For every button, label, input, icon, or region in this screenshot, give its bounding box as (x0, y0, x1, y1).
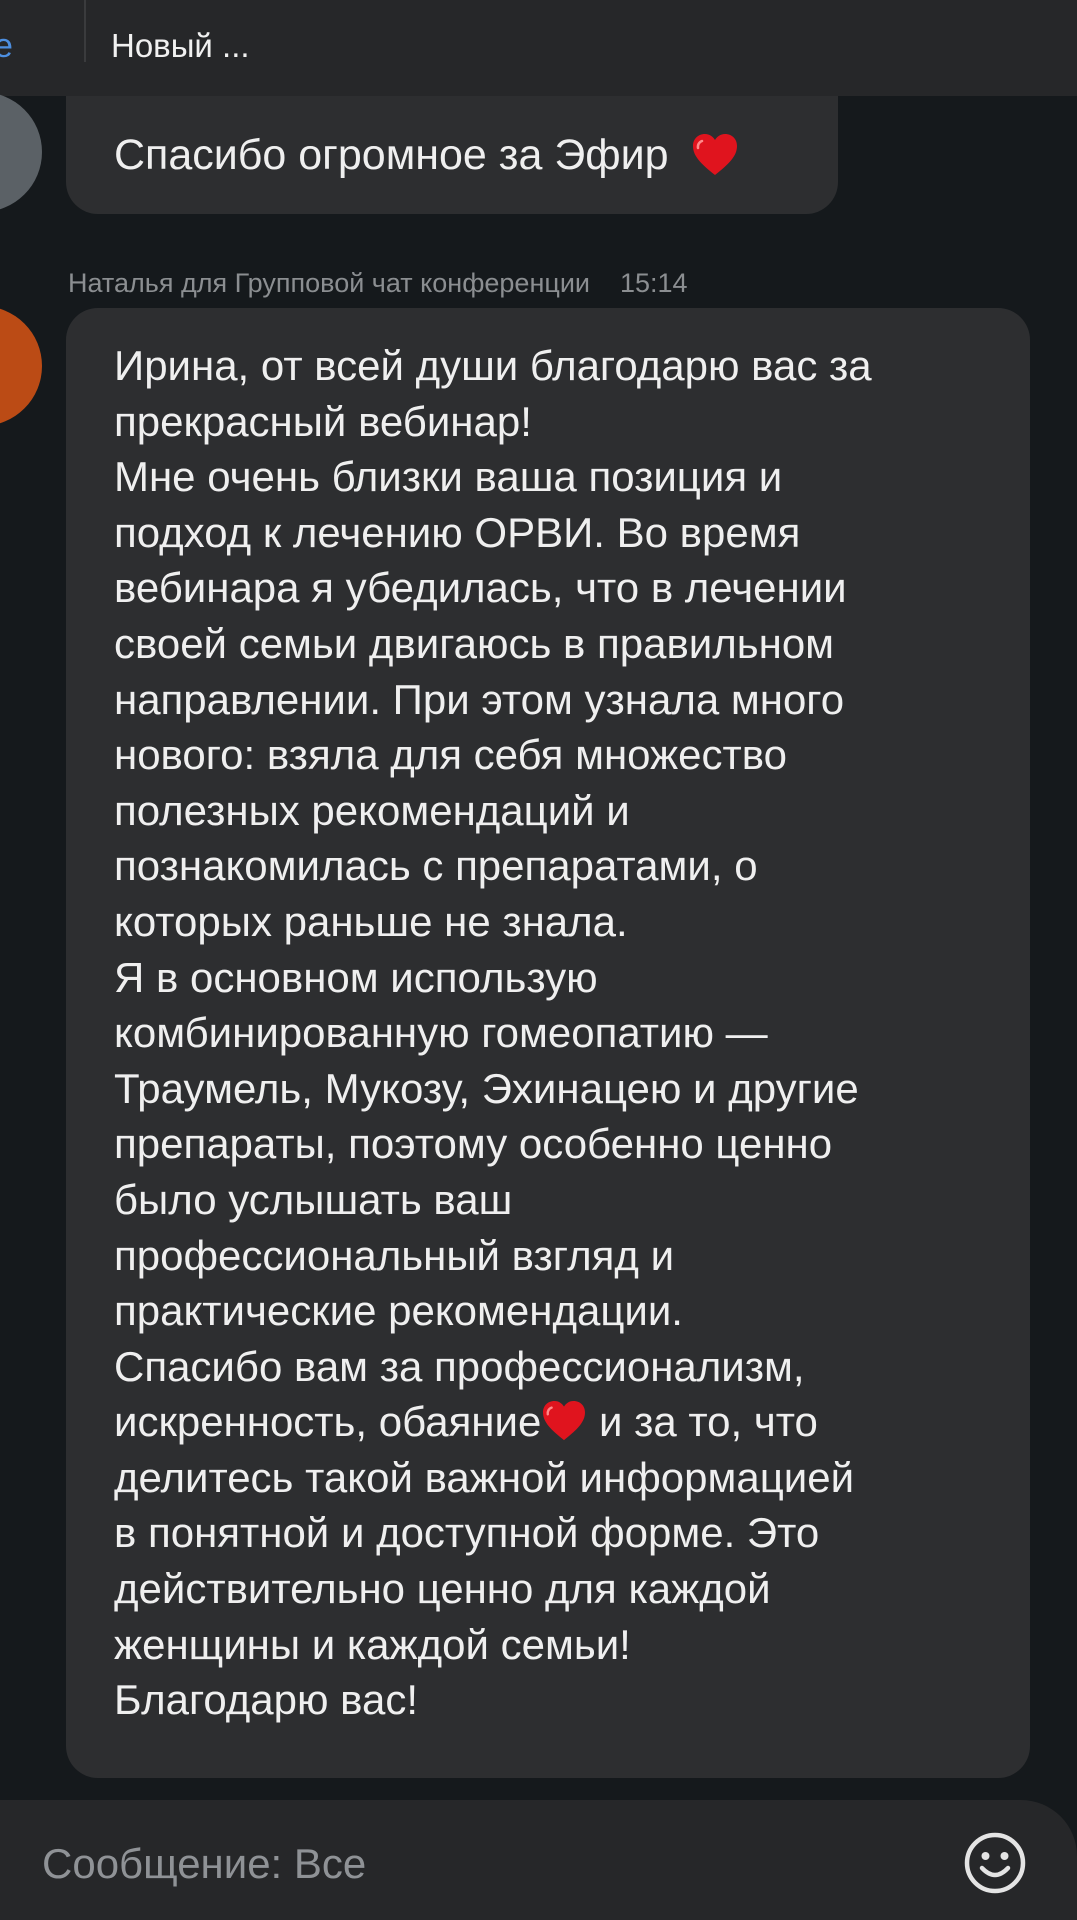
message-line: Благодарю вас! (114, 1676, 419, 1724)
message-time: 15:14 (620, 268, 688, 298)
message-line: действительно ценно для каждой (114, 1565, 771, 1613)
message-line: Ирина, от всей души благодарю вас за (114, 342, 872, 389)
message-line: познакомилась с препаратами, о (114, 842, 758, 890)
message-line: которых раньше не знала. (114, 897, 628, 945)
message-line-with-heart: искренность, обаяние и за то, что (114, 1394, 1014, 1450)
message-text: Спасибо огромное за Эфир (114, 128, 739, 182)
avatar[interactable] (0, 306, 42, 426)
back-button[interactable]: е (0, 26, 13, 66)
message-line: своей семьи двигаюсь в правильном (114, 619, 835, 667)
message-line: направлении. При этом узнала много (114, 675, 845, 723)
message-text-content: Спасибо огромное за Эфир (114, 131, 669, 179)
smiley-icon[interactable] (962, 1830, 1028, 1896)
chat-title[interactable]: Новый ... (111, 24, 250, 68)
message-line-part: искренность, обаяние (114, 1398, 542, 1446)
message-line: полезных рекомендаций и (114, 786, 630, 834)
message-bubble[interactable]: Спасибо огромное за Эфир (66, 96, 838, 214)
message-line: в понятной и доступной форме. Это (114, 1509, 820, 1557)
message-line: Спасибо вам за профессионализм, (114, 1342, 805, 1390)
message-line: комбинированную гомеопатию — (114, 1009, 768, 1057)
message-line: прекрасный вебинар! (114, 397, 532, 445)
message-line: было услышать ваш (114, 1175, 513, 1223)
message-bubble[interactable]: Ирина, от всей души благодарю вас за пре… (66, 308, 1030, 1778)
message-line: женщины и каждой семьи! (114, 1620, 631, 1668)
message-line: препараты, поэтому особенно ценно (114, 1120, 833, 1168)
message-line: вебинара я убедилась, что в лечении (114, 564, 847, 612)
message-line: практические рекомендации. (114, 1287, 683, 1335)
avatar[interactable] (0, 92, 42, 212)
header-divider (84, 0, 86, 62)
heart-icon (543, 1401, 586, 1441)
message-line: профессиональный взгляд и (114, 1231, 675, 1279)
message-line: подход к лечению ОРВИ. Во время (114, 508, 801, 556)
message-line: Мне очень близки ваша позиция и (114, 453, 783, 501)
chat-header: е Новый ... (0, 0, 1077, 96)
message-line-part: и за то, что (587, 1398, 818, 1446)
message-input[interactable]: Сообщение: Все (42, 1836, 366, 1892)
message-line: Я в основном использую (114, 953, 598, 1001)
message-line: нового: взяла для себя множество (114, 731, 787, 779)
message-line: делитесь такой важной информацией (114, 1453, 855, 1501)
message-text: Ирина, от всей души благодарю вас за пре… (114, 338, 1014, 1728)
heart-icon (692, 134, 737, 175)
chat-screen: е Новый ... Спасибо огромное за Эфир Нат… (0, 0, 1077, 1920)
sender-name[interactable]: Наталья для Групповой чат конференции (68, 268, 590, 298)
message-composer: Сообщение: Все (0, 1800, 1077, 1920)
message-line: Траумель, Мукозу, Эхинацею и другие (114, 1064, 859, 1112)
message-meta: Наталья для Групповой чат конференции 15:… (68, 266, 688, 300)
